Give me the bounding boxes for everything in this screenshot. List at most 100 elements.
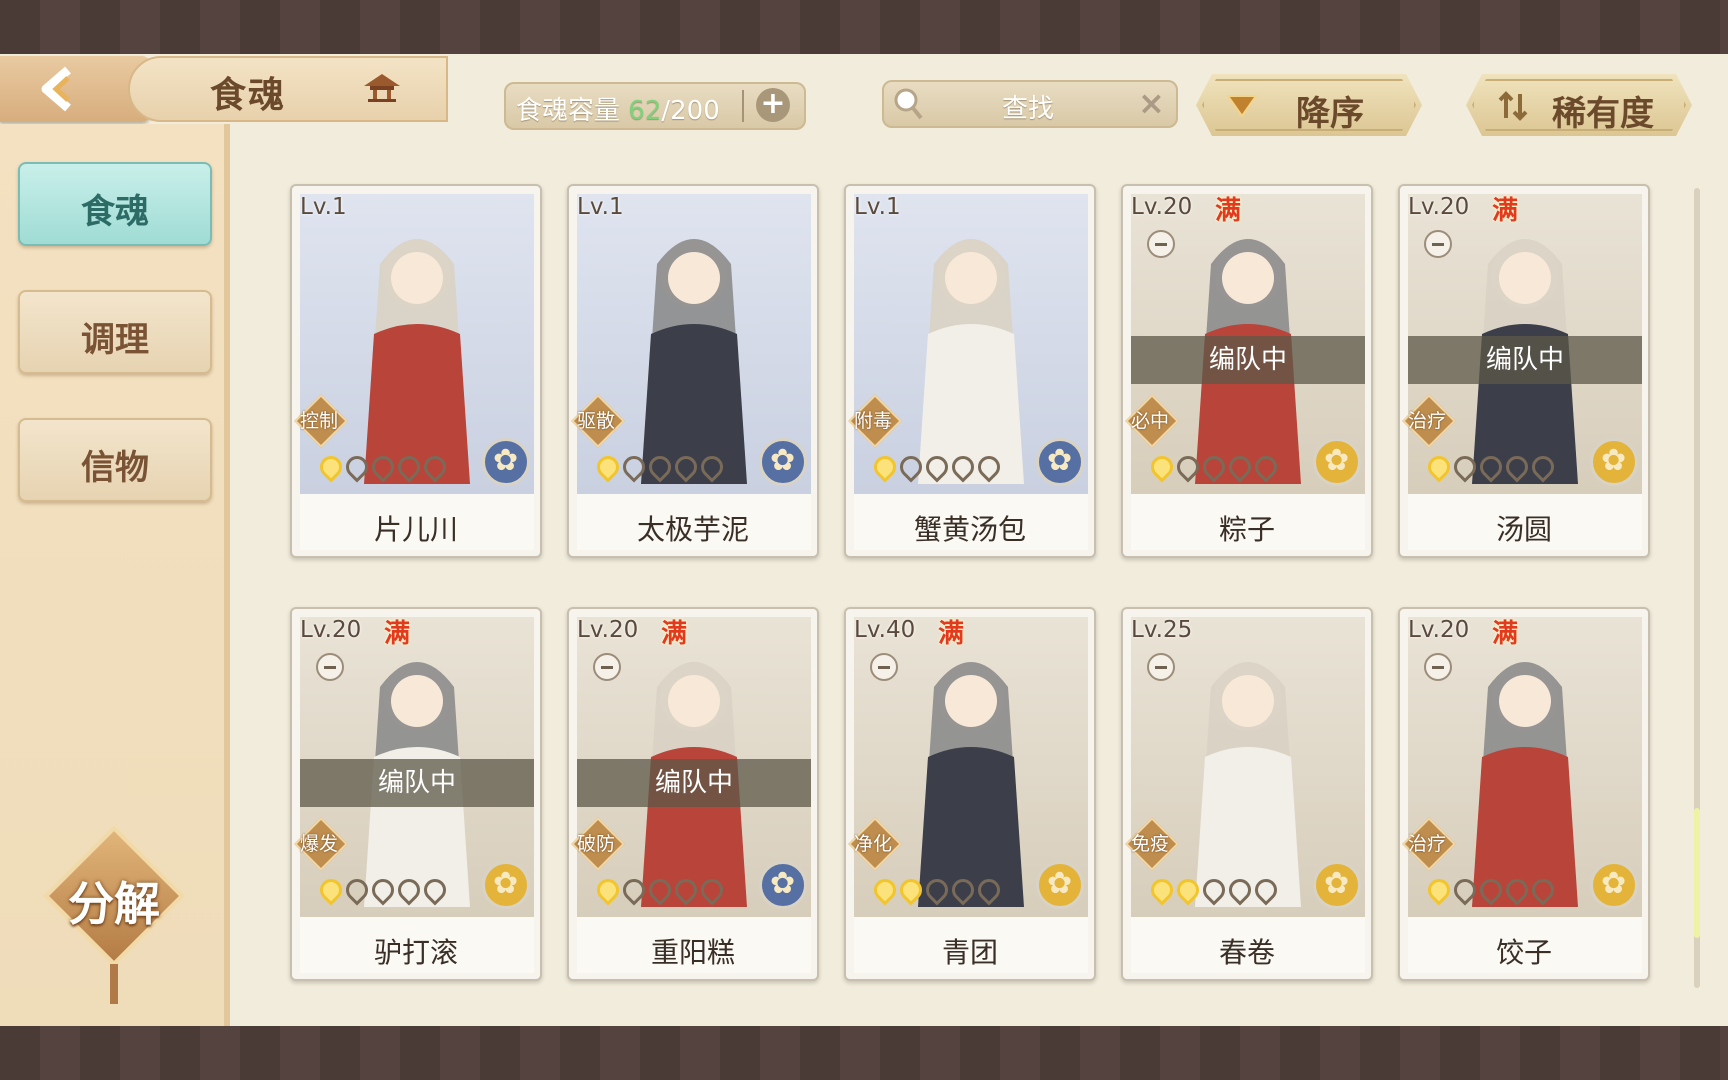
role-label: 破防 <box>576 833 615 855</box>
character-figure <box>918 662 1024 907</box>
flame-star-icon <box>947 451 979 483</box>
bowl-icon <box>593 653 621 681</box>
capacity-max: /200 <box>661 96 720 126</box>
awaken-stars <box>315 451 451 486</box>
foodsoul-card[interactable]: Lv.1 附毒蟹黄汤包 <box>844 184 1096 558</box>
search-input[interactable]: 查找 × <box>882 80 1178 128</box>
flame-star-icon <box>1146 451 1178 483</box>
foodsoul-card[interactable]: Lv.40 满净化青团 <box>844 607 1096 981</box>
flame-star-icon <box>644 874 676 906</box>
foodsoul-card[interactable]: 编队中 Lv.20 满必中粽子 <box>1121 184 1373 558</box>
element-flower-icon <box>1036 861 1084 909</box>
flame-star-icon <box>1501 451 1533 483</box>
sidebar-item-tokens[interactable]: 信物 <box>18 418 212 502</box>
character-figure <box>1472 662 1578 907</box>
flame-star-icon <box>1198 874 1230 906</box>
flame-star-icon <box>696 451 728 483</box>
flame-star-icon <box>869 874 901 906</box>
flame-star-icon <box>393 874 425 906</box>
page-title: 食魂 <box>210 75 287 116</box>
flame-star-icon <box>1475 874 1507 906</box>
role-label: 驱散 <box>576 410 615 432</box>
header-bar: 食魂 食魂容量 62/200 + 查找 × 降序 稀有度 <box>0 54 1728 124</box>
level-label: Lv.40 <box>854 617 916 643</box>
flame-star-icon <box>1475 451 1507 483</box>
capacity-current: 62 <box>628 96 662 126</box>
flame-star-icon <box>1146 874 1178 906</box>
scrollbar-thumb[interactable] <box>1694 808 1700 938</box>
level-label: Lv.20 <box>1408 194 1470 220</box>
flame-star-icon <box>921 874 953 906</box>
flame-star-icon <box>367 874 399 906</box>
triangle-down-icon <box>1226 90 1258 120</box>
level-label: Lv.1 <box>577 194 624 220</box>
max-level-badge: 满 <box>938 619 965 649</box>
character-figure <box>1195 662 1301 907</box>
flame-star-icon <box>696 874 728 906</box>
flame-star-icon <box>341 874 373 906</box>
element-flower-icon <box>1313 438 1361 486</box>
bowl-icon <box>1147 653 1175 681</box>
foodsoul-card[interactable]: Lv.20 满治疗饺子 <box>1398 607 1650 981</box>
flame-star-icon <box>670 451 702 483</box>
flame-star-icon <box>1250 874 1282 906</box>
max-level-badge: 满 <box>1215 196 1242 226</box>
foodsoul-card[interactable]: 编队中 Lv.20 满治疗汤圆 <box>1398 184 1650 558</box>
scrollbar[interactable] <box>1694 188 1700 988</box>
role-label: 附毒 <box>853 410 892 432</box>
bottom-frame-band <box>0 1026 1728 1080</box>
search-placeholder: 查找 <box>1002 94 1055 124</box>
max-level-badge: 满 <box>1492 196 1519 226</box>
character-name: 蟹黄汤包 <box>913 513 1026 546</box>
level-label: Lv.20 <box>300 617 362 643</box>
foodsoul-card[interactable]: Lv.1 驱散太极芋泥 <box>567 184 819 558</box>
role-badge: 爆发 <box>294 817 348 871</box>
flame-star-icon <box>1224 451 1256 483</box>
sort-by-label: 稀有度 <box>1552 94 1654 134</box>
character-name: 驴打滚 <box>373 936 458 969</box>
add-capacity-button[interactable]: + <box>756 88 790 122</box>
foodsoul-card[interactable]: 编队中 Lv.20 满破防重阳糕 <box>567 607 819 981</box>
capacity-label: 食魂容量 <box>516 96 621 126</box>
flame-star-icon <box>1527 874 1559 906</box>
flame-star-icon <box>1172 874 1204 906</box>
awaken-stars <box>592 451 728 486</box>
flame-star-icon <box>341 451 373 483</box>
level-label: Lv.20 <box>1408 617 1470 643</box>
flame-star-icon <box>592 874 624 906</box>
flame-star-icon <box>895 874 927 906</box>
pavilion-icon[interactable] <box>362 70 402 104</box>
character-name: 春卷 <box>1218 936 1275 969</box>
foodsoul-card[interactable]: Lv.1 控制片儿川 <box>290 184 542 558</box>
awaken-stars <box>1423 874 1559 909</box>
awaken-stars <box>315 874 451 909</box>
flame-star-icon <box>419 874 451 906</box>
sort-by-button[interactable]: 稀有度 <box>1466 74 1692 136</box>
element-flower-icon <box>759 438 807 486</box>
decompose-button[interactable]: 分解 <box>42 824 186 1004</box>
sidebar-item-label: 信物 <box>81 448 149 488</box>
foodsoul-card[interactable]: 编队中 Lv.20 满爆发驴打滚 <box>290 607 542 981</box>
element-flower-icon <box>1590 861 1638 909</box>
sidebar-item-conditioning[interactable]: 调理 <box>18 290 212 374</box>
element-flower-icon <box>1590 438 1638 486</box>
in-team-banner: 编队中 <box>300 759 534 807</box>
flame-star-icon <box>618 451 650 483</box>
character-name: 青团 <box>941 936 998 969</box>
in-team-banner: 编队中 <box>1131 336 1365 384</box>
role-label: 控制 <box>299 410 338 432</box>
bowl-icon <box>1424 653 1452 681</box>
role-badge: 免疫 <box>1125 817 1179 871</box>
character-name: 粽子 <box>1218 513 1275 546</box>
awaken-stars <box>1146 451 1282 486</box>
max-level-badge: 满 <box>384 619 411 649</box>
clear-search-icon[interactable]: × <box>1138 84 1165 122</box>
element-flower-icon <box>759 861 807 909</box>
sort-order-button[interactable]: 降序 <box>1196 74 1422 136</box>
level-label: Lv.20 <box>577 617 639 643</box>
role-label: 爆发 <box>299 833 338 855</box>
sidebar-item-foodsoul[interactable]: 食魂 <box>18 162 212 246</box>
foodsoul-card[interactable]: Lv.25 免疫春卷 <box>1121 607 1373 981</box>
flame-star-icon <box>973 451 1005 483</box>
flame-star-icon <box>947 874 979 906</box>
